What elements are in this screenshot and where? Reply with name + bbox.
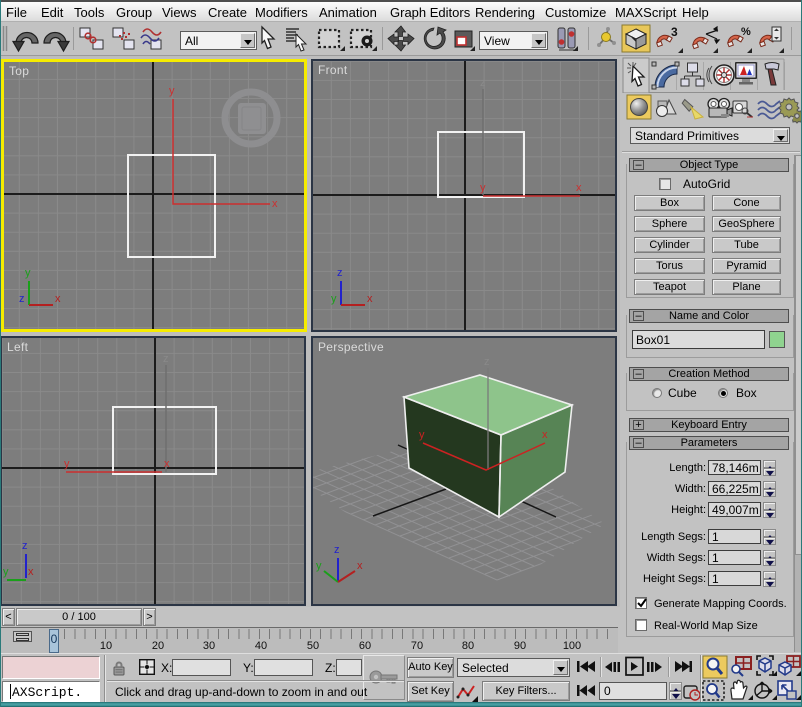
svg-text:y: y <box>419 429 425 441</box>
svg-text:x: x <box>367 293 373 305</box>
svg-text:y: y <box>316 560 322 572</box>
svg-text:x: x <box>55 293 61 305</box>
svg-text:z: z <box>19 293 25 305</box>
svg-text:x: x <box>576 182 582 194</box>
svg-text:z: z <box>337 267 343 279</box>
svg-text:z: z <box>334 544 340 556</box>
svg-text:3: 3 <box>671 25 678 39</box>
svg-text:x: x <box>272 198 278 210</box>
svg-text:z: z <box>163 353 169 365</box>
svg-text:x: x <box>542 429 548 441</box>
svg-text:x: x <box>357 560 363 572</box>
svg-text:x: x <box>164 458 170 470</box>
svg-text:y: y <box>64 458 70 470</box>
svg-text:y: y <box>331 293 337 305</box>
svg-text:%: % <box>741 26 751 38</box>
svg-text:y: y <box>3 566 9 578</box>
svg-text:x: x <box>28 566 34 578</box>
svg-text:z: z <box>22 540 28 552</box>
svg-text:z: z <box>480 77 486 89</box>
svg-text:y: y <box>480 182 486 194</box>
svg-text:y: y <box>25 267 31 279</box>
svg-text:y: y <box>169 85 175 97</box>
svg-text:z: z <box>484 356 490 368</box>
